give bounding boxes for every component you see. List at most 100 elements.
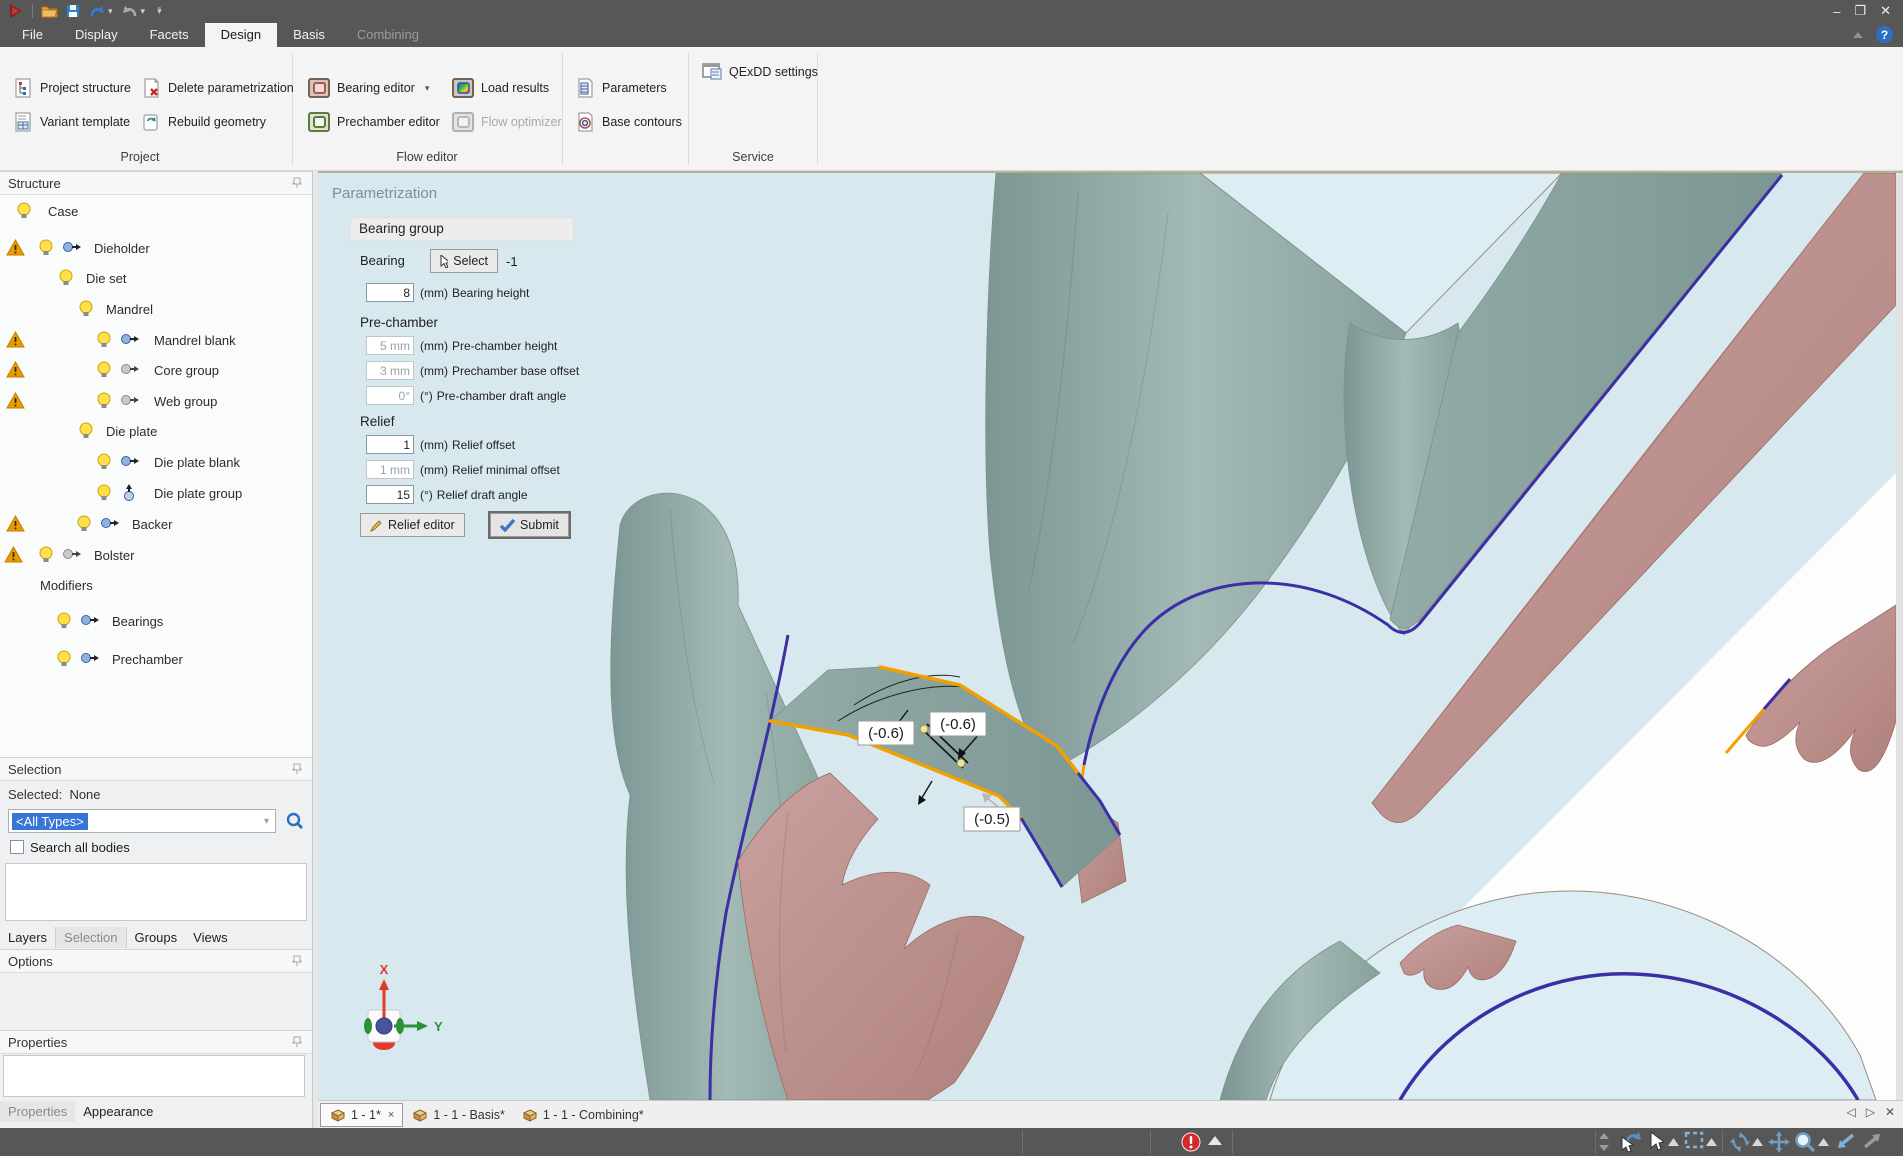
quick-access-dropdown-icon[interactable]: ▾̄ (157, 6, 162, 17)
undo-icon[interactable] (88, 4, 106, 19)
close-document-icon[interactable]: ✕ (1885, 1105, 1895, 1119)
marquee-dropdown-icon[interactable] (1706, 1138, 1717, 1146)
select-button[interactable]: Select (430, 249, 498, 273)
selection-listbox[interactable] (5, 863, 307, 921)
orbit-view-icon[interactable] (1728, 1131, 1752, 1153)
bulb-icon (76, 515, 92, 536)
zoom-dropdown-icon[interactable] (1818, 1138, 1829, 1146)
load-results-button[interactable]: Load results (448, 75, 553, 101)
search-button[interactable] (282, 808, 308, 834)
orbit-dropdown-icon[interactable] (1752, 1138, 1763, 1146)
warning-icon (6, 392, 25, 413)
tab-appearance[interactable]: Appearance (75, 1101, 161, 1122)
parameters-button[interactable]: Parameters (572, 75, 671, 101)
next-tab-icon[interactable]: ▷ (1866, 1105, 1875, 1119)
previous-tab-icon[interactable]: ◁ (1846, 1105, 1855, 1119)
pin-icon[interactable] (292, 177, 302, 189)
marquee-select-icon[interactable] (1684, 1131, 1704, 1149)
options-panel-header: Options (0, 949, 312, 973)
bearing-height-input[interactable] (366, 283, 414, 302)
pin-icon[interactable] (292, 955, 302, 967)
doc-tab-1[interactable]: 1 - 1* × (320, 1103, 403, 1127)
tab-views[interactable]: Views (185, 927, 235, 948)
relief-editor-button[interactable]: Relief editor (360, 513, 465, 537)
doc-tab-combining[interactable]: 1 - 1 - Combining* (513, 1103, 652, 1127)
type-filter-combobox[interactable]: <All Types> ▾ (8, 809, 276, 833)
undo-view-cursor-icon[interactable] (1618, 1131, 1644, 1153)
viewport-3d[interactable]: (-0.6) (-0.6) (-0.5) X Y Parametrization… (318, 171, 1896, 1100)
relief-minimal-offset-input[interactable] (366, 460, 414, 479)
flow-optimizer-button: Flow optimizer (448, 109, 566, 135)
next-view-arrow-icon[interactable] (1862, 1131, 1884, 1151)
submit-button[interactable]: Submit (490, 513, 569, 537)
prechamber-draft-angle-input[interactable] (366, 386, 414, 405)
close-button[interactable]: ✕ (1880, 3, 1891, 19)
dimension-label[interactable]: (-0.5) (964, 807, 1020, 831)
app-logo-icon[interactable] (8, 3, 24, 19)
prechamber-base-offset-input[interactable] (366, 361, 414, 380)
qexdd-settings-icon (702, 63, 723, 81)
base-contours-button[interactable]: Base contours (572, 109, 686, 135)
error-indicator-icon[interactable] (1180, 1131, 1202, 1153)
tab-design[interactable]: Design (205, 23, 277, 47)
left-sidebar: Structure Case Dieholder Die set Mandrel… (0, 171, 313, 1128)
svg-text:(-0.5): (-0.5) (974, 811, 1010, 828)
variant-template-button[interactable]: Variant template (10, 109, 134, 135)
close-tab-icon[interactable]: × (388, 1109, 394, 1121)
doc-tab-basis[interactable]: 1 - 1 - Basis* (403, 1103, 513, 1127)
prechamber-height-input[interactable] (366, 336, 414, 355)
parametrization-panel: Bearing group Bearing Select -1 (mm) Bea… (350, 217, 574, 241)
statusbar-separator (1722, 1130, 1723, 1154)
tab-layers[interactable]: Layers (0, 927, 56, 948)
prechamber-editor-button[interactable]: Prechamber editor (304, 109, 444, 135)
previous-view-arrow-icon[interactable] (1834, 1131, 1856, 1151)
link-blue-icon (80, 612, 100, 631)
rebuild-geometry-button[interactable]: Rebuild geometry (138, 109, 270, 135)
pin-icon[interactable] (292, 763, 302, 775)
bulb-icon (78, 422, 94, 443)
delete-parametrization-button[interactable]: Delete parametrization (138, 75, 298, 101)
svg-text:(-0.6): (-0.6) (868, 725, 904, 742)
bulb-icon (96, 453, 112, 474)
open-folder-icon[interactable] (41, 4, 58, 18)
select-cursor-icon[interactable] (1648, 1131, 1664, 1151)
qexdd-settings-button[interactable]: QExDD settings (698, 59, 822, 85)
dimension-label[interactable]: (-0.6) (858, 721, 914, 745)
tab-facets[interactable]: Facets (134, 23, 205, 47)
restore-button[interactable]: ❐ (1854, 3, 1866, 19)
save-icon[interactable] (66, 4, 80, 18)
collapse-spinner-icon[interactable] (1598, 1132, 1610, 1152)
search-all-bodies-checkbox[interactable] (10, 840, 24, 854)
tab-file[interactable]: File (6, 23, 59, 47)
bulb-icon (78, 300, 94, 321)
select-dropdown-icon[interactable] (1668, 1138, 1679, 1146)
bearing-editor-button[interactable]: Bearing editor▾ (304, 75, 433, 101)
bearing-editor-dropdown-icon[interactable]: ▾ (425, 83, 430, 94)
minimize-button[interactable]: – (1833, 4, 1840, 19)
tab-groups[interactable]: Groups (127, 927, 186, 948)
tab-basis[interactable]: Basis (277, 23, 341, 47)
bulb-icon (38, 239, 54, 260)
svg-text:X: X (380, 962, 389, 977)
pin-icon[interactable] (292, 1036, 302, 1048)
warning-icon (4, 546, 23, 567)
error-panel-expand-icon[interactable] (1208, 1136, 1222, 1145)
relief-draft-angle-input[interactable] (366, 485, 414, 504)
tab-properties[interactable]: Properties (0, 1101, 75, 1122)
zoom-view-icon[interactable] (1794, 1131, 1816, 1153)
chevron-down-icon[interactable]: ▾ (264, 816, 275, 827)
tab-selection[interactable]: Selection (56, 927, 126, 948)
pan-view-icon[interactable] (1768, 1131, 1790, 1153)
project-structure-button[interactable]: Project structure (10, 75, 135, 101)
rebuild-geometry-icon (142, 112, 162, 132)
tab-combining[interactable]: Combining (341, 23, 435, 47)
ribbon-separator (292, 53, 293, 165)
help-button[interactable]: ? (1876, 26, 1893, 43)
collapse-ribbon-icon[interactable] (1852, 27, 1864, 42)
redo-dropdown-icon[interactable]: ▾ (141, 6, 146, 17)
dimension-label[interactable]: (-0.6) (930, 712, 986, 736)
tab-display[interactable]: Display (59, 23, 134, 47)
redo-icon[interactable] (121, 4, 139, 19)
undo-dropdown-icon[interactable]: ▾ (108, 6, 113, 17)
relief-offset-input[interactable] (366, 435, 414, 454)
